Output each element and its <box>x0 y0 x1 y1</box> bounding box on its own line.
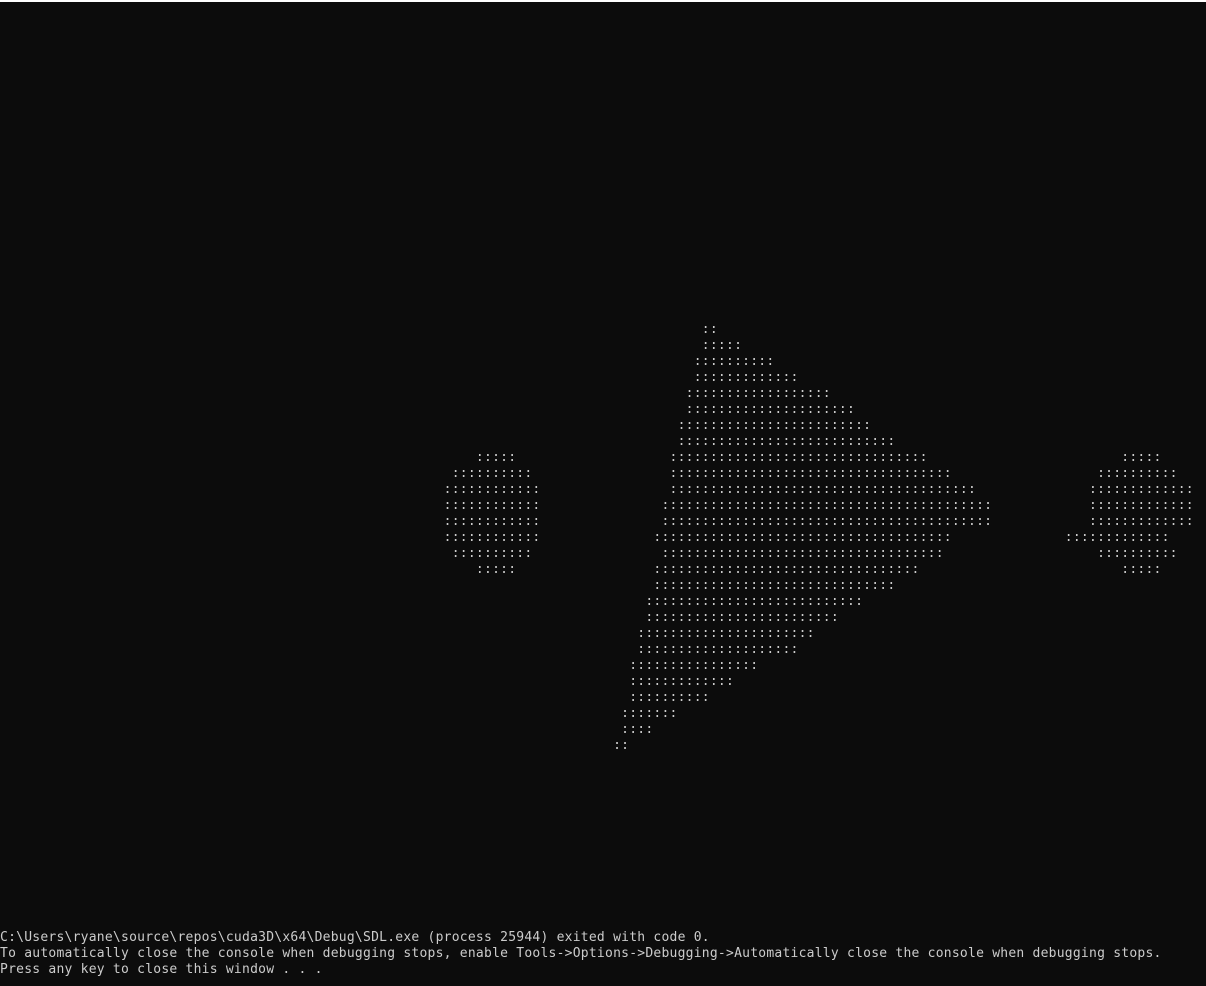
console-exit-messages: C:\Users\ryane\source\repos\cuda3D\x64\D… <box>0 930 1162 978</box>
ascii-render-line: ::::::::::::: <box>0 370 799 385</box>
ascii-render-line: :::::::::: <box>0 690 710 705</box>
ascii-render-line: ::::::::::::: <box>0 674 735 689</box>
ascii-render-output: :: ::::: :::::::::::::::::::::::::::::… <box>0 322 1194 754</box>
ascii-render-line: :::::::::::::::::::::::: <box>0 610 839 625</box>
window-top-border <box>0 0 1206 2</box>
ascii-render-line: :::: <box>0 722 654 737</box>
ascii-render-line: :::::::::::: :::::::::::::::::::::::::::… <box>0 514 1194 529</box>
ascii-render-line: :::::::::::::::::: <box>0 386 831 401</box>
ascii-render-line: :: <box>0 738 630 753</box>
press-any-key-line: Press any key to close this window . . . <box>0 962 323 977</box>
ascii-render-line: :: <box>0 322 718 337</box>
ascii-render-line: :::::::::: :::::::::::::::::::::::::::::… <box>0 546 1178 561</box>
ascii-render-line: :::::::::::::::::::::::: <box>0 418 872 433</box>
ascii-render-line: :::::::::::::::::::: <box>0 642 799 657</box>
exit-code-line: C:\Users\ryane\source\repos\cuda3D\x64\D… <box>0 930 710 945</box>
ascii-render-line: :::::::::: <box>0 354 775 369</box>
ascii-render-line: ::::::::::::::::::::: <box>0 402 856 417</box>
ascii-render-line: ::::: :::::::::::::::::::::::::::::::: :… <box>0 450 1162 465</box>
ascii-render-line: ::::::::::::::::::::::::::: <box>0 594 864 609</box>
ascii-render-line: :::::::::::: :::::::::::::::::::::::::::… <box>0 498 1194 513</box>
ascii-render-line: ::::::: <box>0 706 678 721</box>
console-window[interactable]: :: ::::: :::::::::::::::::::::::::::::… <box>0 0 1206 986</box>
ascii-render-line: ::::: ::::::::::::::::::::::::::::::::: … <box>0 562 1162 577</box>
ascii-render-line: :::::::::::::::: <box>0 658 759 673</box>
ascii-render-line: :::::::::::::::::::::::::::::: <box>0 578 896 593</box>
ascii-render-line: :::::::::::::::::::::: <box>0 626 815 641</box>
ascii-render-line: :::::::::: :::::::::::::::::::::::::::::… <box>0 466 1178 481</box>
ascii-render-line: ::::::::::::::::::::::::::: <box>0 434 896 449</box>
ascii-render-line: ::::: <box>0 338 743 353</box>
ascii-render-line: :::::::::::: :::::::::::::::::::::::::::… <box>0 482 1194 497</box>
auto-close-hint-line: To automatically close the console when … <box>0 946 1162 961</box>
ascii-render-line: :::::::::::: :::::::::::::::::::::::::::… <box>0 530 1170 545</box>
